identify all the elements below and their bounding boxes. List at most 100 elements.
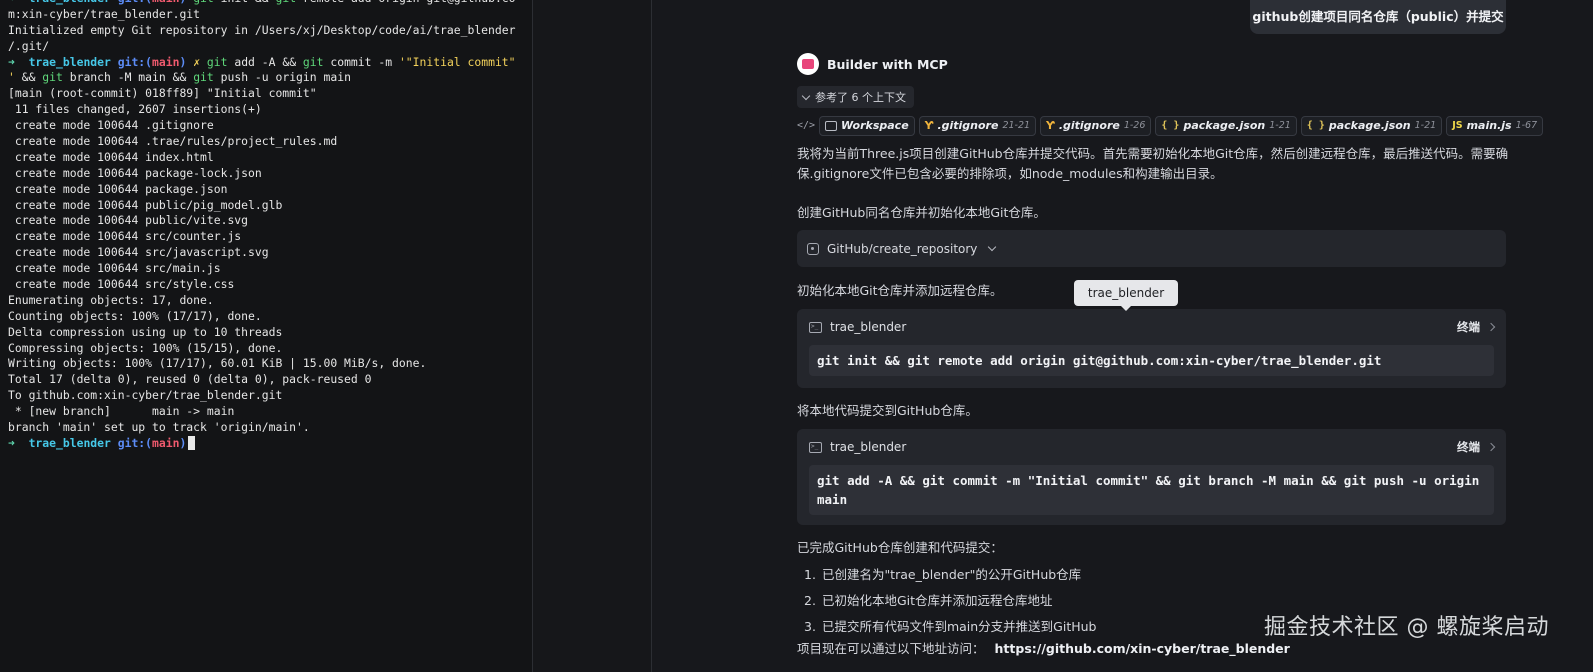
terminal-text: ✗ (193, 54, 207, 69)
terminal-text: ➜ (8, 0, 29, 5)
terminal-text: git (193, 0, 214, 5)
reference-chip[interactable]: Ƴ .gitignore 1-26 (1040, 115, 1152, 136)
terminal-text: git:( (117, 435, 153, 450)
terminal-text: trae_blender (29, 0, 118, 5)
chevron-down-icon[interactable] (988, 242, 997, 252)
terminal-line: create mode 100644 src/javascript.svg (8, 245, 532, 261)
terminal-text: git (42, 70, 63, 85)
summary-text: 已完成GitHub仓库创建和代码提交： (797, 540, 1003, 555)
terminal-text: create mode 100644 package-lock.json (8, 165, 262, 180)
reference-chip-label: Workspace (841, 119, 909, 132)
terminal-text: To github.com:xin-cyber/trae_blender.git (8, 388, 283, 403)
terminal-text: ) (179, 54, 194, 69)
terminal-line: create mode 100644 public/pig_model.glb (8, 198, 532, 214)
terminal-line: create mode 100644 .trae/rules/project_r… (8, 134, 532, 150)
open-terminal-link[interactable]: 终端 (1457, 439, 1496, 455)
empty-gutter (533, 0, 651, 672)
list-item: 1. 已创建名为"trae_blender"的公开GitHub仓库 (804, 567, 1082, 582)
reference-chip-label: package.json (1328, 119, 1411, 132)
command-text: git init && git remote add origin git@gi… (809, 345, 1494, 376)
reference-chip[interactable]: JS main.js 1-67 (1446, 115, 1544, 136)
tooltip: trae_blender (1074, 280, 1178, 311)
terminal-line: create mode 100644 src/main.js (8, 261, 532, 277)
terminal-pane[interactable]: ➜ trae_blender git:(main) git init && gi… (0, 0, 532, 672)
terminal-text: commit -m (323, 54, 399, 69)
git-branch-icon: Ƴ (924, 119, 934, 132)
terminal-line: create mode 100644 src/counter.js (8, 229, 532, 245)
terminal-text: create mode 100644 src/counter.js (8, 229, 242, 244)
terminal-line: branch 'main' set up to track 'origin/ma… (8, 420, 532, 436)
terminal-line: * [new branch] main -> main (8, 404, 532, 420)
terminal-text: create mode 100644 src/style.css (8, 277, 235, 292)
terminal-text: add -A && (227, 54, 303, 69)
mcp-tool-icon (807, 242, 819, 255)
terminal-text: trae_blender (28, 435, 118, 450)
terminal-line: m:xin-cyber/trae_blender.git (8, 7, 532, 23)
command-text: git add -A && git commit -m "Initial com… (809, 465, 1494, 515)
terminal-text: main (152, 435, 180, 450)
terminal-text: m:xin-cyber/trae_blender.git (8, 6, 201, 21)
terminal-line: Enumerating objects: 17, done. (8, 293, 532, 309)
reference-chip-label: .gitignore (937, 119, 999, 132)
command-card-header: >_ trae_blender 终端 (797, 429, 1506, 465)
repo-url-line: 项目现在可以通过以下地址访问： https://github.com/xin-cy… (797, 638, 1290, 657)
terminal-line: create mode 100644 .gitignore (8, 118, 532, 134)
folder-icon (825, 120, 837, 131)
terminal-text: trae_blender (28, 54, 118, 69)
terminal-text: ' (8, 70, 15, 85)
context-toggle-label: 参考了 6 个上下文 (815, 91, 906, 104)
chevron-right-icon (1486, 442, 1496, 452)
command-card-push: >_ trae_blender 终端 git add -A && git com… (797, 429, 1506, 525)
reference-chip[interactable]: { } package.json 1-21 (1300, 115, 1443, 136)
command-card-init: >_ trae_blender 终端 git init && git remot… (797, 309, 1506, 388)
terminal-text: git:( (117, 54, 153, 69)
terminal-text: git:( (118, 0, 152, 5)
terminal-text: git (276, 0, 297, 5)
context-toggle-button[interactable]: 参考了 6 个上下文 (797, 86, 914, 108)
git-branch-icon: Ƴ (1046, 119, 1055, 132)
json-file-icon: { } (1306, 120, 1325, 131)
agent-name: Builder with MCP (827, 56, 948, 72)
terminal-line: To github.com:xin-cyber/trae_blender.git (8, 388, 532, 404)
terminal-text: ➜ (8, 435, 29, 450)
repo-url-link[interactable]: https://github.com/xin-cyber/trae_blende… (995, 641, 1290, 656)
reference-chip[interactable]: Workspace (819, 115, 915, 136)
step3-text: 将本地代码提交到GitHub仓库。 (797, 403, 978, 418)
tool-call-card[interactable]: GitHub/create_repository (797, 230, 1506, 267)
terminal-text: '"Initial commit" (398, 54, 516, 69)
terminal-text: create mode 100644 src/javascript.svg (8, 245, 269, 260)
terminal-text: Delta compression using up to 10 threads (8, 324, 283, 339)
reference-chip[interactable]: { } package.json 1-21 (1155, 115, 1297, 136)
terminal-text: 11 files changed, 2607 insertions(+) (8, 102, 262, 117)
terminal-text: branch 'main' set up to track 'origin/ma… (8, 420, 310, 435)
terminal-text: push -u origin main (213, 70, 351, 85)
terminal-line: Initialized empty Git repository in /Use… (8, 23, 532, 39)
user-message: github创建项目同名仓库（public）并提交 (1250, 0, 1506, 34)
repo-url-label: 项目现在可以通过以下地址访问： (797, 641, 985, 656)
reference-chip-range: 1-21 (1414, 120, 1437, 131)
terminal-line: [main (root-commit) 018ff89] "Initial co… (8, 86, 532, 102)
reference-chip-label: main.js (1466, 119, 1512, 132)
terminal-text: && (14, 70, 43, 85)
reference-chip-range: 1-26 (1123, 120, 1146, 131)
open-terminal-link[interactable]: 终端 (1457, 319, 1496, 335)
terminal-text: [main (root-commit) 018ff89] "Initial co… (8, 86, 317, 101)
command-card-title: trae_blender (830, 320, 907, 334)
terminal-text: * [new branch] main -> main (8, 404, 235, 419)
terminal-line: create mode 100644 index.html (8, 150, 532, 166)
agent-header: Builder with MCP (797, 52, 948, 76)
terminal-text: create mode 100644 .trae/rules/project_r… (8, 134, 338, 149)
terminal-text: main (152, 0, 179, 5)
reference-chip[interactable]: Ƴ .gitignore 21-21 (918, 115, 1037, 136)
tool-call-label: GitHub/create_repository (827, 241, 978, 256)
terminal-text: create mode 100644 index.html (8, 149, 214, 164)
command-card-title: trae_blender (830, 440, 907, 454)
terminal-text: ➜ (8, 54, 29, 69)
terminal-cursor (188, 435, 196, 450)
terminal-line: Delta compression using up to 10 threads (8, 325, 532, 341)
terminal-line: Writing objects: 100% (17/17), 60.01 KiB… (8, 356, 532, 372)
terminal-text: create mode 100644 src/main.js (8, 261, 221, 276)
terminal-text: main (152, 54, 180, 69)
terminal-line: /.git/ (8, 39, 532, 55)
terminal-text: branch -M main && (62, 70, 194, 85)
